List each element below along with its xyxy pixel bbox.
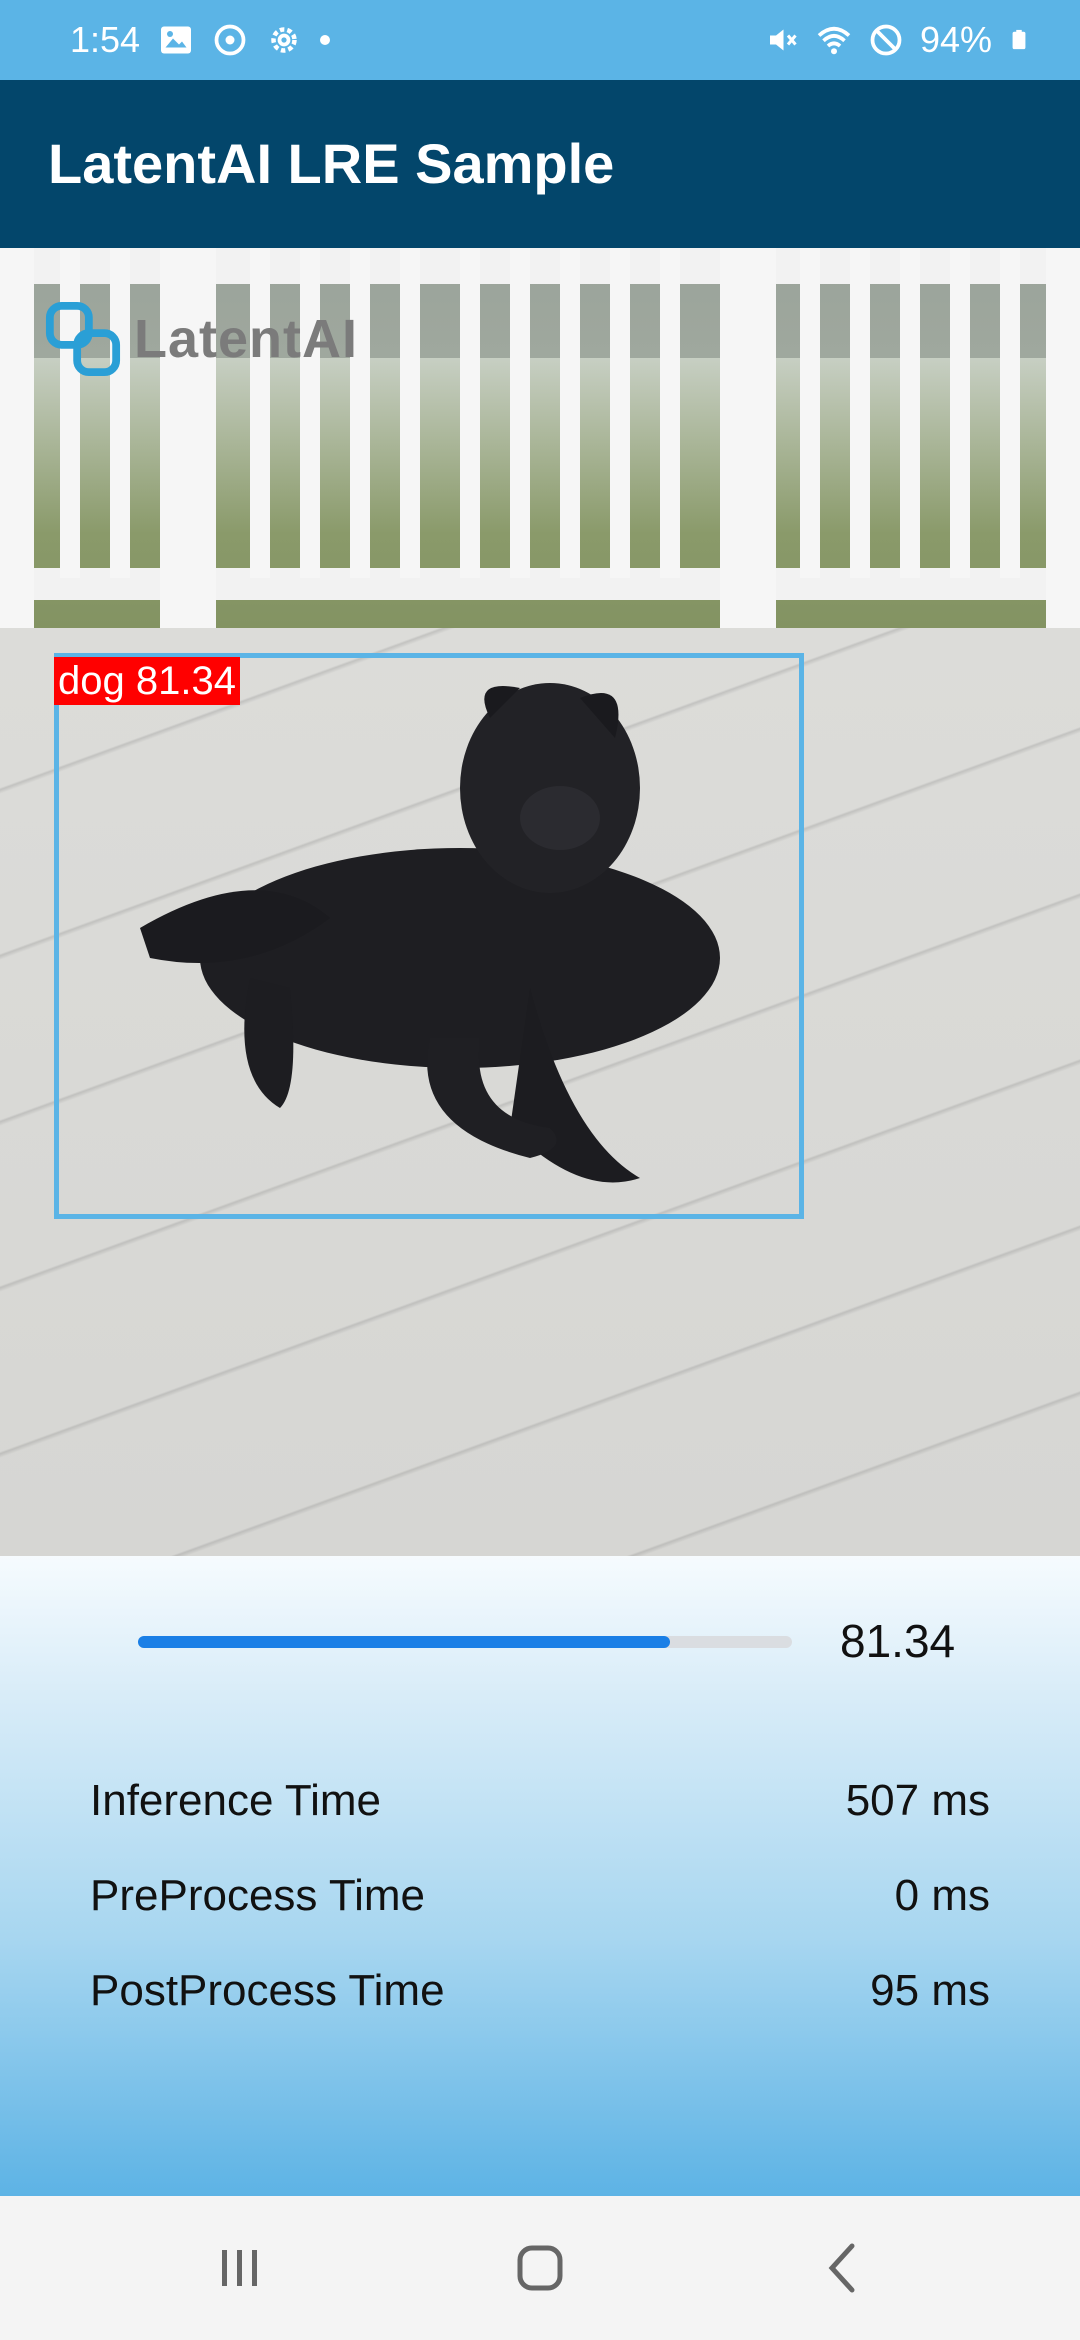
status-bar: 1:54 94% [0,0,1080,80]
mute-icon [769,29,797,51]
detection-bounding-box [54,653,804,1219]
camera-image: LatentAI dog 81.34 [0,248,1080,1556]
confidence-progress-fill [138,1636,670,1648]
home-icon[interactable] [508,2236,572,2300]
do-not-disturb-icon [870,24,902,56]
app-bar: LatentAI LRE Sample [0,80,1080,248]
confidence-score: 81.34 [840,1615,956,1667]
preprocess-time-label: PreProcess Time [90,1871,425,1920]
gallery-icon [161,26,192,54]
wifi-icon [817,26,851,55]
notification-dot [320,35,331,45]
status-time: 1:54 [70,19,141,60]
battery-icon [1012,29,1026,50]
inference-time-value: 507 ms [845,1776,990,1825]
status-left: 1:54 [70,0,331,80]
recent-apps-icon[interactable] [208,2236,272,2300]
postprocess-time-value: 95 ms [870,1966,990,2015]
status-right: 94% [764,0,1030,80]
navigation-bar [0,2196,1080,2340]
sync-icon [214,24,246,56]
settings-icon [271,27,297,53]
detection-label: dog 81.34 [54,657,240,705]
latentai-logo: LatentAI [44,300,358,378]
back-icon[interactable] [812,2236,876,2300]
latentai-logo-icon [45,301,121,377]
battery-percent: 94% [919,19,992,60]
preprocess-time-value: 0 ms [894,1871,990,1920]
postprocess-time-label: PostProcess Time [90,1966,445,2015]
confidence-progress-bar [138,1636,792,1648]
app-title: LatentAI LRE Sample [48,132,615,195]
logo-text: LatentAI [134,309,358,369]
results-panel: 81.34 Inference Time 507 ms PreProcess T… [0,1556,1080,2196]
inference-time-label: Inference Time [90,1776,382,1825]
